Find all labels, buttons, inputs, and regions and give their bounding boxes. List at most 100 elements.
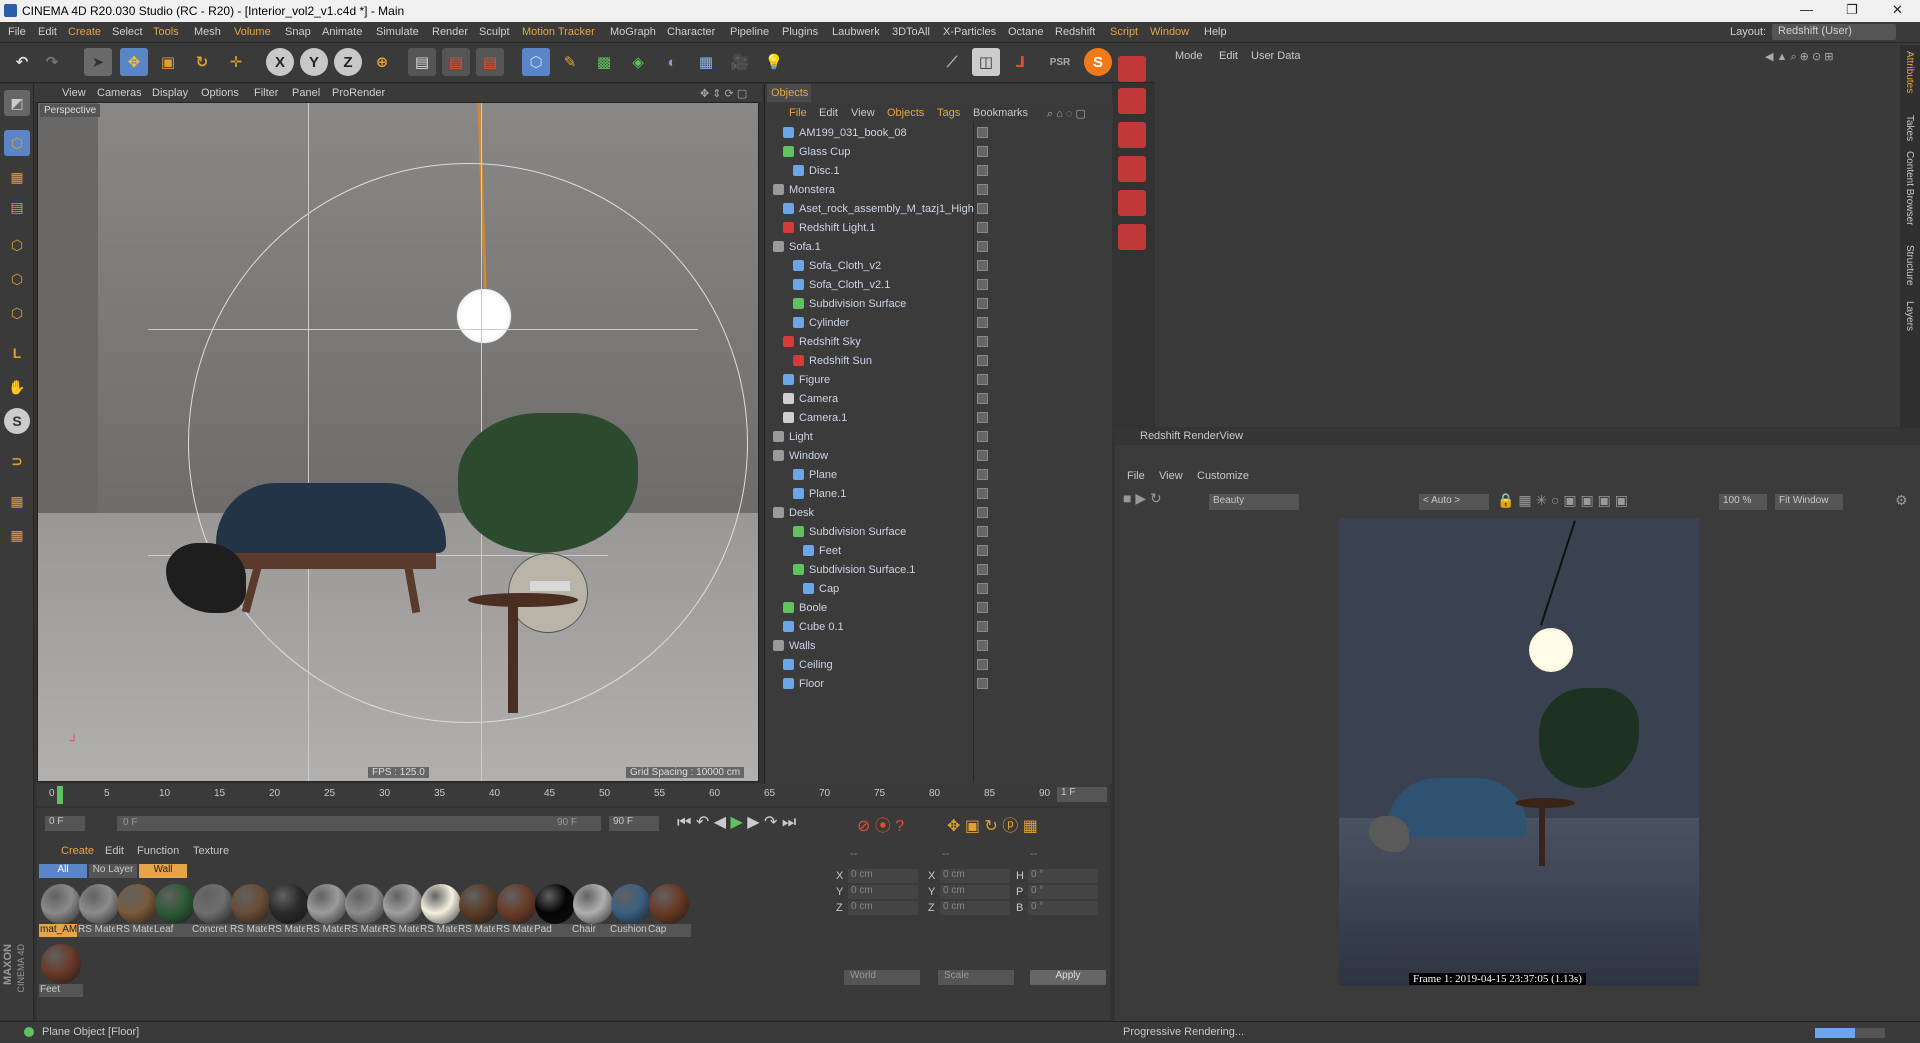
record-keys-icon[interactable]: ⊘ ⦿ ? xyxy=(857,812,904,836)
object-row[interactable]: Boole xyxy=(765,599,1113,618)
visibility-toggle[interactable] xyxy=(977,450,988,461)
visibility-toggle[interactable] xyxy=(977,355,988,366)
subdivision-icon[interactable]: ▩ xyxy=(590,48,618,76)
menu-mograph[interactable]: MoGraph xyxy=(610,26,656,38)
x-axis-icon[interactable]: X xyxy=(266,48,294,76)
light-icon[interactable]: 💡 xyxy=(760,48,788,76)
menu-script[interactable]: Script xyxy=(1110,26,1138,38)
visibility-toggle[interactable] xyxy=(977,260,988,271)
obj-menu-file[interactable]: File xyxy=(789,107,807,119)
minimize-button[interactable]: — xyxy=(1800,2,1813,17)
object-row[interactable]: Window xyxy=(765,447,1113,466)
mat-menu-edit[interactable]: Edit xyxy=(105,845,124,857)
world-dropdown[interactable]: World xyxy=(844,970,920,985)
object-row[interactable]: Disc.1 xyxy=(765,162,1113,181)
current-frame-field[interactable]: 1 F xyxy=(1057,787,1107,802)
coord-value-field[interactable]: 0 ° xyxy=(1028,901,1098,915)
playback-controls-icon[interactable]: ⏮ ↶ ◀ ▶ ▶ ↷ ⏭ xyxy=(677,812,796,832)
object-row[interactable]: Subdivision Surface xyxy=(765,523,1113,542)
menu-pipeline[interactable]: Pipeline xyxy=(730,26,769,38)
coord-value-field[interactable]: 0 cm xyxy=(848,901,918,915)
menu-help[interactable]: Help xyxy=(1204,26,1227,38)
timeline-ruler[interactable]: 0 5 10 15 20 25 30 35 40 45 50 55 60 65 70 75 80 85 90 1 F xyxy=(37,784,1110,806)
visibility-toggle[interactable] xyxy=(977,279,988,290)
camera-icon[interactable]: 🎥 xyxy=(726,48,754,76)
visibility-toggle[interactable] xyxy=(977,621,988,632)
object-row[interactable]: Ceiling xyxy=(765,656,1113,675)
material-swatch[interactable]: Cap xyxy=(647,882,691,938)
render-picture-viewer-icon[interactable]: ▤ xyxy=(442,48,470,76)
menu-snap[interactable]: Snap xyxy=(285,26,311,38)
object-row[interactable]: Subdivision Surface xyxy=(765,295,1113,314)
obj-menu-edit[interactable]: Edit xyxy=(819,107,838,119)
object-row[interactable]: Cylinder xyxy=(765,314,1113,333)
cloner-icon[interactable]: ◈ xyxy=(624,48,652,76)
object-row[interactable]: AM199_031_book_08 xyxy=(765,124,1113,143)
object-row[interactable]: Walls xyxy=(765,637,1113,656)
visibility-toggle[interactable] xyxy=(977,583,988,594)
select-cursor-icon[interactable]: ➤ xyxy=(84,48,112,76)
menu-simulate[interactable]: Simulate xyxy=(376,26,419,38)
mat-menu-function[interactable]: Function xyxy=(137,845,179,857)
rv-auto-dropdown[interactable]: < Auto > xyxy=(1419,494,1489,510)
mat-menu-texture[interactable]: Texture xyxy=(193,845,229,857)
mat-menu-create[interactable]: Create xyxy=(61,845,94,857)
viewport-nav-icon[interactable]: ✥ ⇕ ⟳ ▢ xyxy=(700,87,747,100)
menu-edit[interactable]: Edit xyxy=(38,26,57,38)
coord-value-field[interactable]: 0 cm xyxy=(848,869,918,883)
attr-menu-edit[interactable]: Edit xyxy=(1219,50,1238,62)
visibility-toggle[interactable] xyxy=(977,336,988,347)
rv-fit-dropdown[interactable]: Fit Window xyxy=(1775,494,1843,510)
object-row[interactable]: Sofa_Cloth_v2.1 xyxy=(765,276,1113,295)
3d-viewport[interactable]: Perspective FPS : 125.0 Grid Spacing : 1… xyxy=(37,102,759,782)
menu-file[interactable]: File xyxy=(8,26,26,38)
menu-animate[interactable]: Animate xyxy=(322,26,362,38)
solo-hierarchy-icon[interactable]: ▦ xyxy=(4,522,30,548)
s-script-icon[interactable]: S xyxy=(1084,48,1112,76)
visibility-toggle[interactable] xyxy=(977,545,988,556)
axis-lock-icon[interactable]: ⅃ xyxy=(1006,48,1034,76)
menu-plugins[interactable]: Plugins xyxy=(782,26,818,38)
coord-value-field[interactable]: 0 ° xyxy=(1028,885,1098,899)
polygons-mode-icon[interactable]: ⬡ xyxy=(4,300,30,326)
obj-menu-tags[interactable]: Tags xyxy=(937,107,960,119)
visibility-toggle[interactable] xyxy=(977,374,988,385)
viewport-menu-cameras[interactable]: Cameras xyxy=(97,87,142,99)
redo-icon[interactable]: ↷ xyxy=(38,48,66,76)
y-axis-icon[interactable]: Y xyxy=(300,48,328,76)
object-row[interactable]: Cube 0.1 xyxy=(765,618,1113,637)
coord-value-field[interactable]: 0 cm xyxy=(940,869,1010,883)
object-row[interactable]: Subdivision Surface.1 xyxy=(765,561,1113,580)
world-coordinates-icon[interactable]: ⊕ xyxy=(368,48,396,76)
deformer-icon[interactable]: ◐ xyxy=(658,48,686,76)
object-row[interactable]: Camera.1 xyxy=(765,409,1113,428)
timeline-playhead[interactable] xyxy=(57,786,63,804)
object-row[interactable]: Plane.1 xyxy=(765,485,1113,504)
visibility-toggle[interactable] xyxy=(977,678,988,689)
snap-icon[interactable]: ◫ xyxy=(972,48,1000,76)
material-swatch[interactable]: Feet xyxy=(39,942,83,998)
viewport-menu-view[interactable]: View xyxy=(62,87,86,99)
menu-3dtoall[interactable]: 3DToAll xyxy=(892,26,930,38)
redshift-camera-icon[interactable] xyxy=(1118,122,1146,148)
visibility-toggle[interactable] xyxy=(977,127,988,138)
floor-icon[interactable]: ▦ xyxy=(692,48,720,76)
redshift-ipr-icon[interactable] xyxy=(1118,88,1146,114)
side-tab-takes[interactable]: Takes xyxy=(1904,115,1915,141)
magnet-icon[interactable]: ⊃ xyxy=(4,448,30,474)
filter-all[interactable]: All xyxy=(39,864,87,878)
menu-x-particles[interactable]: X-Particles xyxy=(943,26,996,38)
menu-render[interactable]: Render xyxy=(432,26,468,38)
render-view-icon[interactable]: ▤ xyxy=(408,48,436,76)
rv-menu-view[interactable]: View xyxy=(1159,470,1183,482)
visibility-toggle[interactable] xyxy=(977,165,988,176)
visibility-toggle[interactable] xyxy=(977,393,988,404)
menu-sculpt[interactable]: Sculpt xyxy=(479,26,510,38)
maximize-button[interactable]: ❐ xyxy=(1846,2,1858,18)
menu-redshift[interactable]: Redshift xyxy=(1055,26,1095,38)
object-row[interactable]: Aset_rock_assembly_M_tazj1_High xyxy=(765,200,1113,219)
coord-value-field[interactable]: 0 ° xyxy=(1028,869,1098,883)
workplane-mode-icon[interactable]: ▤ xyxy=(4,194,30,220)
z-axis-icon[interactable]: Z xyxy=(334,48,362,76)
menu-octane[interactable]: Octane xyxy=(1008,26,1043,38)
